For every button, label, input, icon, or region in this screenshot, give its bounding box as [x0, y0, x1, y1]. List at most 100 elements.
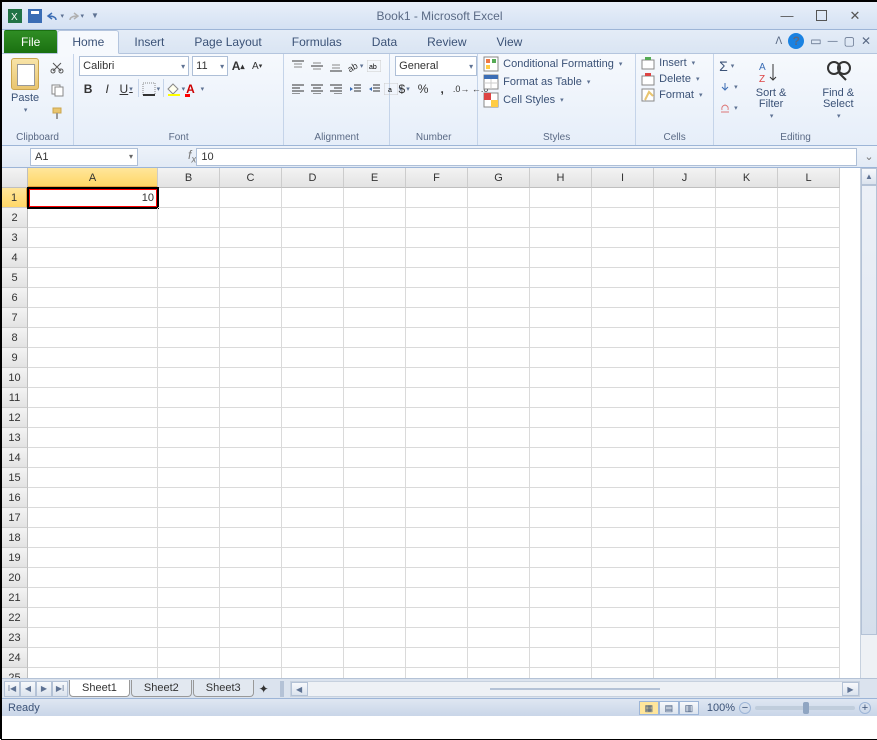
cell-E17[interactable] — [344, 508, 406, 528]
cell-K17[interactable] — [716, 508, 778, 528]
cell-F10[interactable] — [406, 368, 468, 388]
cell-C23[interactable] — [220, 628, 282, 648]
format-cells-button[interactable]: Format▾ — [641, 88, 702, 102]
cell-E18[interactable] — [344, 528, 406, 548]
cell-A23[interactable] — [28, 628, 158, 648]
cell-H16[interactable] — [530, 488, 592, 508]
cell-E15[interactable] — [344, 468, 406, 488]
cell-F22[interactable] — [406, 608, 468, 628]
cell-I20[interactable] — [592, 568, 654, 588]
cell-I1[interactable] — [592, 188, 654, 208]
cell-H20[interactable] — [530, 568, 592, 588]
cell-I15[interactable] — [592, 468, 654, 488]
cell-G15[interactable] — [468, 468, 530, 488]
cell-L19[interactable] — [778, 548, 840, 568]
col-header-H[interactable]: H — [530, 168, 592, 188]
font-name-combo[interactable]: Calibri▾ — [79, 56, 189, 76]
cell-B20[interactable] — [158, 568, 220, 588]
tab-data[interactable]: Data — [357, 30, 412, 53]
cell-F20[interactable] — [406, 568, 468, 588]
cell-C11[interactable] — [220, 388, 282, 408]
cell-styles-button[interactable]: Cell Styles▾ — [483, 92, 563, 108]
cell-H23[interactable] — [530, 628, 592, 648]
cell-B15[interactable] — [158, 468, 220, 488]
cell-D2[interactable] — [282, 208, 344, 228]
cell-K10[interactable] — [716, 368, 778, 388]
cell-J21[interactable] — [654, 588, 716, 608]
cell-K18[interactable] — [716, 528, 778, 548]
cell-L23[interactable] — [778, 628, 840, 648]
cell-B6[interactable] — [158, 288, 220, 308]
sheet-tab-sheet3[interactable]: Sheet3 — [193, 680, 254, 697]
bold-button[interactable]: B — [79, 79, 97, 99]
cell-L17[interactable] — [778, 508, 840, 528]
cell-C3[interactable] — [220, 228, 282, 248]
decrease-font-button[interactable]: A▾ — [248, 56, 266, 76]
cell-G7[interactable] — [468, 308, 530, 328]
borders-button[interactable]: ▾ — [142, 79, 160, 99]
cell-I14[interactable] — [592, 448, 654, 468]
cell-L22[interactable] — [778, 608, 840, 628]
sort-filter-button[interactable]: AZ Sort & Filter▾ — [741, 56, 802, 122]
cell-C4[interactable] — [220, 248, 282, 268]
cell-F23[interactable] — [406, 628, 468, 648]
cell-A14[interactable] — [28, 448, 158, 468]
col-header-I[interactable]: I — [592, 168, 654, 188]
cell-J23[interactable] — [654, 628, 716, 648]
cell-E7[interactable] — [344, 308, 406, 328]
cell-G24[interactable] — [468, 648, 530, 668]
delete-cells-button[interactable]: Delete▾ — [641, 72, 699, 86]
cell-F1[interactable] — [406, 188, 468, 208]
cell-F16[interactable] — [406, 488, 468, 508]
cell-A16[interactable] — [28, 488, 158, 508]
cell-F24[interactable] — [406, 648, 468, 668]
cell-H17[interactable] — [530, 508, 592, 528]
select-all-corner[interactable] — [2, 168, 28, 188]
cell-J4[interactable] — [654, 248, 716, 268]
cell-K20[interactable] — [716, 568, 778, 588]
cell-K8[interactable] — [716, 328, 778, 348]
cell-D8[interactable] — [282, 328, 344, 348]
cell-G21[interactable] — [468, 588, 530, 608]
cell-H7[interactable] — [530, 308, 592, 328]
save-icon[interactable] — [26, 7, 44, 25]
copy-button[interactable] — [46, 79, 68, 101]
help-icon[interactable]: ? — [788, 33, 804, 49]
cell-A8[interactable] — [28, 328, 158, 348]
cell-E6[interactable] — [344, 288, 406, 308]
cell-I7[interactable] — [592, 308, 654, 328]
cell-E12[interactable] — [344, 408, 406, 428]
italic-button[interactable]: I — [98, 79, 116, 99]
cell-K21[interactable] — [716, 588, 778, 608]
col-header-J[interactable]: J — [654, 168, 716, 188]
comma-format-button[interactable]: , — [433, 79, 451, 99]
cell-J1[interactable] — [654, 188, 716, 208]
cell-D19[interactable] — [282, 548, 344, 568]
cell-F5[interactable] — [406, 268, 468, 288]
insert-cells-button[interactable]: Insert▾ — [641, 56, 695, 70]
cell-H6[interactable] — [530, 288, 592, 308]
cell-A17[interactable] — [28, 508, 158, 528]
col-header-F[interactable]: F — [406, 168, 468, 188]
close-button[interactable]: ✕ — [845, 9, 865, 23]
cell-C5[interactable] — [220, 268, 282, 288]
cell-I22[interactable] — [592, 608, 654, 628]
cell-D9[interactable] — [282, 348, 344, 368]
cell-K5[interactable] — [716, 268, 778, 288]
cell-I3[interactable] — [592, 228, 654, 248]
zoom-out-button[interactable]: − — [739, 702, 751, 714]
row-header-7[interactable]: 7 — [2, 308, 28, 328]
first-sheet-button[interactable]: I◀ — [4, 681, 20, 697]
row-header-8[interactable]: 8 — [2, 328, 28, 348]
new-sheet-button[interactable]: ✦ — [254, 682, 274, 696]
cell-E10[interactable] — [344, 368, 406, 388]
cell-E16[interactable] — [344, 488, 406, 508]
cell-F9[interactable] — [406, 348, 468, 368]
cell-A7[interactable] — [28, 308, 158, 328]
cell-B23[interactable] — [158, 628, 220, 648]
page-layout-view-button[interactable]: ▤ — [659, 701, 679, 715]
cell-L21[interactable] — [778, 588, 840, 608]
format-painter-button[interactable] — [46, 102, 68, 124]
cell-A3[interactable] — [28, 228, 158, 248]
excel-icon[interactable]: X — [6, 7, 24, 25]
